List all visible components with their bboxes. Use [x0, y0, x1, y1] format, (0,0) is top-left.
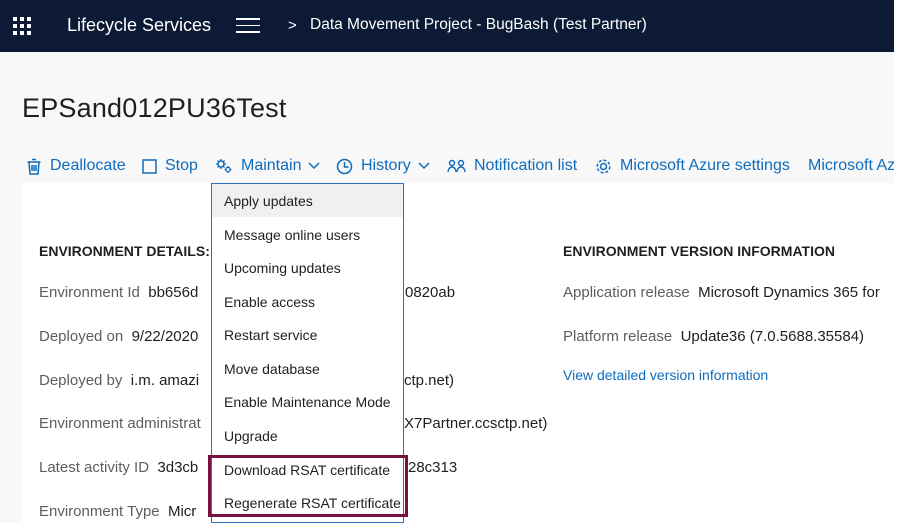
stop-button[interactable]: Stop — [142, 152, 198, 180]
environment-id-value-end: 0820ab — [405, 284, 456, 301]
top-bar: Lifecycle Services > Data Movement Proje… — [0, 0, 894, 52]
latest-activity-value-end: 28c313 — [408, 459, 458, 476]
menu-item-enable-maintenance-mode[interactable]: Enable Maintenance Mode — [212, 385, 403, 418]
page-title: EPSand012PU36Test — [22, 93, 287, 123]
azure-settings-label: Microsoft Azure settings — [620, 157, 790, 174]
environment-id-label: Environment Id — [39, 284, 140, 301]
history-button[interactable]: History — [336, 152, 431, 180]
history-label: History — [361, 157, 411, 174]
app-title[interactable]: Lifecycle Services — [67, 15, 211, 36]
deployed-on-value: 9/22/2020 — [131, 328, 199, 345]
environment-admin-label: Environment administrat — [39, 415, 201, 432]
stop-square-icon — [142, 158, 157, 174]
breadcrumb-separator-icon: > — [288, 17, 297, 34]
environment-id-field: Environment Id bb656d — [39, 284, 198, 301]
maintain-button[interactable]: Maintain — [215, 152, 321, 180]
azure-more-button[interactable]: Microsoft Az — [808, 152, 894, 180]
environment-card: ENVIRONMENT DETAILS: Environment Id bb65… — [22, 183, 894, 523]
platform-release-label: Platform release — [563, 328, 673, 345]
deployed-by-label: Deployed by — [39, 372, 123, 389]
people-icon — [447, 159, 466, 172]
rsat-highlight-box — [208, 455, 408, 517]
menu-item-message-online-users[interactable]: Message online users — [212, 218, 403, 251]
azure-more-label: Microsoft Az — [808, 157, 894, 174]
stop-label: Stop — [165, 157, 198, 174]
environment-id-value-start: bb656d — [148, 284, 199, 301]
environment-type-value-start: Micr — [167, 503, 197, 520]
environment-type-field: Environment Type Micr — [39, 503, 196, 520]
deployed-on-field: Deployed on 9/22/2020 — [39, 328, 198, 345]
application-release-label: Application release — [563, 284, 690, 301]
clock-icon — [336, 158, 353, 174]
trash-icon — [27, 158, 41, 175]
application-release-field: Application release Microsoft Dynamics 3… — [563, 284, 880, 301]
deallocate-button[interactable]: Deallocate — [26, 152, 126, 180]
menu-item-enable-access[interactable]: Enable access — [212, 285, 403, 318]
maintain-label: Maintain — [241, 157, 302, 174]
deployed-by-value-end: ctp.net) — [404, 372, 455, 389]
version-info-heading: ENVIRONMENT VERSION INFORMATION — [563, 243, 835, 259]
gears-icon — [216, 159, 232, 173]
menu-item-upcoming-updates[interactable]: Upcoming updates — [212, 251, 403, 284]
app-launcher-icon[interactable] — [13, 17, 31, 35]
environment-admin-field: Environment administrat — [39, 415, 201, 432]
hamburger-menu-icon[interactable] — [236, 18, 260, 34]
breadcrumb-project[interactable]: Data Movement Project - BugBash (Test Pa… — [310, 16, 647, 34]
platform-release-value: Update36 (7.0.5688.35584) — [680, 328, 865, 345]
chevron-down-icon — [418, 162, 430, 170]
menu-item-move-database[interactable]: Move database — [212, 352, 403, 385]
menu-item-apply-updates[interactable]: Apply updates — [212, 184, 403, 217]
menu-item-restart-service[interactable]: Restart service — [212, 318, 403, 351]
application-release-value: Microsoft Dynamics 365 for — [698, 284, 880, 301]
latest-activity-field: Latest activity ID 3d3cb — [39, 459, 198, 476]
latest-activity-value-start: 3d3cb — [157, 459, 199, 476]
command-toolbar: Deallocate Stop Maintain History Notific… — [22, 152, 894, 180]
menu-item-upgrade[interactable]: Upgrade — [212, 419, 403, 452]
environment-admin-value-end: X7Partner.ccsctp.net) — [404, 415, 548, 432]
latest-activity-label: Latest activity ID — [39, 459, 150, 476]
environment-details-heading: ENVIRONMENT DETAILS: — [39, 243, 210, 259]
azure-settings-button[interactable]: Microsoft Azure settings — [595, 152, 790, 180]
deallocate-label: Deallocate — [50, 157, 126, 174]
environment-type-label: Environment Type — [39, 503, 160, 520]
chevron-down-icon — [308, 162, 321, 170]
view-version-info-link[interactable]: View detailed version information — [563, 367, 768, 383]
notification-list-label: Notification list — [474, 157, 578, 174]
deployed-on-label: Deployed on — [39, 328, 124, 345]
deployed-by-field: Deployed by i.m. amazi — [39, 372, 199, 389]
gear-icon — [596, 158, 611, 174]
notification-list-button[interactable]: Notification list — [447, 152, 577, 180]
deployed-by-value-start: i.m. amazi — [130, 372, 200, 389]
platform-release-field: Platform release Update36 (7.0.5688.3558… — [563, 328, 864, 345]
